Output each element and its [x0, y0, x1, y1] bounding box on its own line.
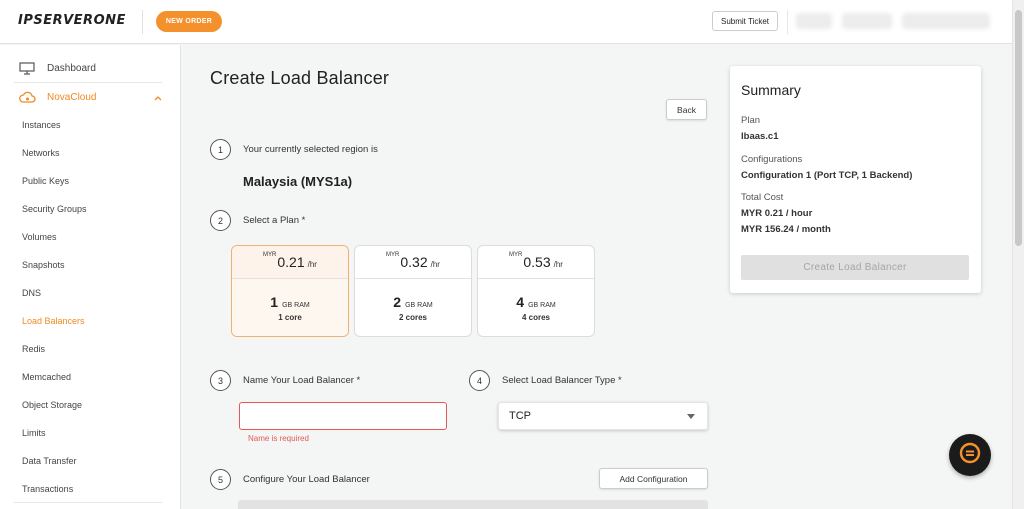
selected-region: Malaysia (MYS1a) — [243, 174, 353, 189]
sidebar-item-security-groups[interactable]: Security Groups — [22, 204, 87, 214]
plan-specs: 2 GB RAM 2 cores — [355, 279, 471, 336]
cloud-icon — [18, 90, 36, 104]
configuration-panel — [238, 500, 708, 509]
sidebar-item-public-keys[interactable]: Public Keys — [22, 176, 69, 186]
plan-specs: 1 GB RAM 1 core — [232, 279, 348, 336]
plan-ram-value: 1 — [270, 294, 279, 310]
plan-price-unit: /hr — [307, 259, 317, 269]
plan-price: MYR 0.21 /hr — [232, 246, 348, 279]
sidebar-section-novacloud[interactable]: NovaCloud — [18, 84, 96, 110]
summary-config-label: Configurations — [741, 154, 803, 165]
step-number-5: 5 — [210, 469, 231, 490]
plan-cores: 1 core — [278, 313, 302, 322]
plan-price-unit: /hr — [553, 259, 563, 269]
summary-plan-label: Plan — [741, 115, 761, 126]
page-title: Create Load Balancer — [210, 68, 390, 88]
name-error-message: Name is required — [248, 434, 309, 443]
submit-ticket-button[interactable]: Submit Ticket — [712, 11, 778, 31]
sidebar-item-data-transfer[interactable]: Data Transfer — [22, 456, 77, 466]
summary-plan-value: lbaas.c1 — [741, 131, 779, 142]
summary-card: Summary Plan lbaas.c1 Configurations Con… — [730, 66, 981, 293]
plan-ram-value: 4 — [516, 294, 525, 310]
plan-cores: 2 cores — [398, 313, 428, 322]
step-number-2: 2 — [210, 210, 231, 231]
plan-price: MYR 0.32 /hr — [355, 246, 471, 279]
page-scrollbar[interactable] — [1012, 0, 1024, 509]
plan-card-3[interactable]: MYR 0.53 /hr 4 GB RAM 4 cores — [477, 245, 595, 337]
monitor-icon — [18, 61, 36, 75]
step-4-label: Select Load Balancer Type * — [502, 375, 622, 386]
summary-cost-label: Total Cost — [741, 192, 784, 203]
account-info-blurred[interactable] — [796, 13, 832, 29]
summary-title: Summary — [741, 82, 801, 98]
user-menu-blurred[interactable] — [902, 13, 990, 29]
top-bar: IPSERVERONE NEW ORDER Submit Ticket — [0, 0, 1012, 44]
balance-blurred[interactable] — [842, 13, 892, 29]
summary-config-value: Configuration 1 (Port TCP, 1 Backend) — [741, 170, 913, 181]
sidebar-item-label: Dashboard — [47, 62, 96, 74]
sidebar-item-load-balancers[interactable]: Load Balancers — [22, 316, 85, 326]
sidebar-section-label: NovaCloud — [47, 91, 97, 103]
load-balancer-name-input[interactable] — [239, 402, 447, 430]
divider — [14, 82, 162, 83]
step-number-1: 1 — [210, 139, 231, 160]
create-load-balancer-button[interactable]: Create Load Balancer — [741, 255, 969, 280]
chevron-up-icon[interactable] — [154, 94, 162, 103]
chat-bubble-icon — [958, 441, 982, 470]
summary-cost-hour: MYR 0.21 / hour — [741, 208, 813, 219]
sidebar-item-dns[interactable]: DNS — [22, 288, 41, 298]
step-number-4: 4 — [469, 370, 490, 391]
plan-price-value: 0.32 — [400, 254, 428, 270]
plan-ram-label: GB RAM — [405, 302, 433, 309]
sidebar-item-limits[interactable]: Limits — [22, 428, 46, 438]
summary-cost-month: MYR 156.24 / month — [741, 224, 831, 235]
divider — [142, 10, 143, 34]
plan-price-value: 0.21 — [277, 254, 305, 270]
caret-down-icon — [687, 414, 695, 419]
plan-price-value: 0.53 — [523, 254, 551, 270]
step-2-label: Select a Plan * — [243, 215, 306, 226]
sidebar-item-memcached[interactable]: Memcached — [22, 372, 71, 382]
new-order-button[interactable]: NEW ORDER — [156, 11, 222, 32]
back-button[interactable]: Back — [666, 99, 707, 120]
sidebar-item-redis[interactable]: Redis — [22, 344, 45, 354]
sidebar-item-instances[interactable]: Instances — [22, 120, 61, 130]
sidebar-item-dashboard[interactable]: Dashboard — [18, 55, 96, 81]
plan-price: MYR 0.53 /hr — [478, 246, 594, 279]
plan-card-1[interactable]: MYR 0.21 /hr 1 GB RAM 1 core — [231, 245, 349, 337]
divider — [14, 502, 162, 503]
step-1-label: Your currently selected region is — [243, 144, 378, 155]
plan-card-2[interactable]: MYR 0.32 /hr 2 GB RAM 2 cores — [354, 245, 472, 337]
step-number-3: 3 — [210, 370, 231, 391]
plan-price-unit: /hr — [430, 259, 440, 269]
plan-ram-label: GB RAM — [528, 302, 556, 309]
plan-ram-value: 2 — [393, 294, 402, 310]
divider — [787, 10, 788, 34]
sidebar-item-networks[interactable]: Networks — [22, 148, 60, 158]
plan-ram-label: GB RAM — [282, 302, 310, 309]
load-balancer-type-select[interactable]: TCP — [498, 402, 708, 430]
sidebar-item-volumes[interactable]: Volumes — [22, 232, 57, 242]
sidebar-item-snapshots[interactable]: Snapshots — [22, 260, 65, 270]
plan-cores: 4 cores — [521, 313, 551, 322]
sidebar-item-object-storage[interactable]: Object Storage — [22, 400, 82, 410]
sidebar-item-transactions[interactable]: Transactions — [22, 484, 73, 494]
scrollbar-thumb[interactable] — [1015, 10, 1022, 246]
select-value: TCP — [509, 410, 531, 422]
logo[interactable]: IPSERVERONE — [18, 13, 126, 28]
step-3-label: Name Your Load Balancer * — [243, 375, 361, 386]
plan-currency: MYR — [263, 252, 277, 258]
sidebar: Dashboard NovaCloud Instances Networks P… — [0, 45, 181, 509]
chat-widget-button[interactable] — [949, 434, 991, 476]
plan-currency: MYR — [386, 252, 400, 258]
add-configuration-button[interactable]: Add Configuration — [599, 468, 708, 489]
plan-specs: 4 GB RAM 4 cores — [478, 279, 594, 336]
plan-currency: MYR — [509, 252, 523, 258]
step-5-label: Configure Your Load Balancer — [243, 474, 370, 485]
